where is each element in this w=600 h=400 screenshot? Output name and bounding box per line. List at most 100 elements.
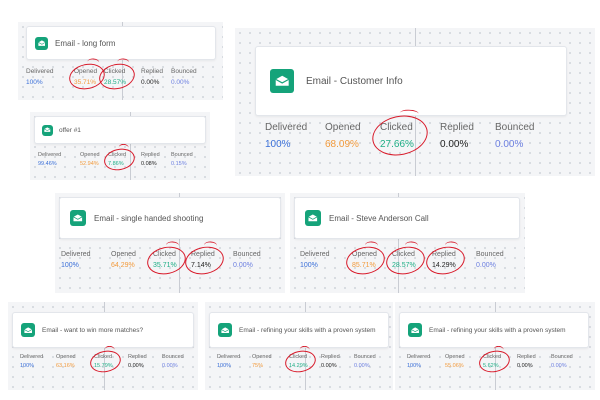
envelope-icon xyxy=(408,323,422,337)
email-node-card[interactable]: Email - Customer Info xyxy=(255,46,567,116)
stat-label: Replied xyxy=(517,354,536,360)
stat-value: 0.00% xyxy=(495,138,524,150)
stat-label: Replied xyxy=(191,251,215,258)
stat-clicked: Clicked 27.66% xyxy=(380,122,414,150)
stat-clicked: Clicked 35.71% xyxy=(153,251,177,269)
stat-value: 85.71% xyxy=(352,261,376,269)
stat-label: Delivered xyxy=(61,251,91,258)
email-node-card[interactable]: offer #1 xyxy=(34,116,206,144)
email-node-card[interactable]: Email - single handed shooting xyxy=(59,197,281,239)
stat-label: Replied xyxy=(128,354,147,360)
stat-label: Opened xyxy=(56,354,76,360)
envelope-icon xyxy=(70,210,86,226)
stat-value: 15.79% xyxy=(94,363,113,370)
stat-opened: Opened 52.94% xyxy=(80,152,100,167)
stat-clicked: Clicked 5.62% xyxy=(483,354,501,369)
stat-label: Bounced xyxy=(551,354,573,360)
stat-label: Clicked xyxy=(108,152,127,158)
stat-value: 35.71% xyxy=(153,261,177,269)
stat-replied: Replied 0.08% xyxy=(141,152,160,167)
stat-label: Clicked xyxy=(153,251,176,258)
stat-value: 99.46% xyxy=(38,161,57,168)
stat-delivered: Delivered 99.46% xyxy=(38,152,61,167)
stat-replied: Replied 7.14% xyxy=(191,251,215,269)
stat-label: Opened xyxy=(111,251,136,258)
stat-opened: Opened 63.16% xyxy=(56,354,76,369)
envelope-icon-shape xyxy=(411,327,419,333)
email-node-card[interactable]: Email - want to win more matches? xyxy=(12,312,194,348)
stat-label: Opened xyxy=(325,122,361,133)
stat-bounced: Bounced 0.00% xyxy=(551,354,573,369)
stat-delivered: Delivered 100% xyxy=(217,354,240,369)
email-title: Email - long form xyxy=(55,38,116,48)
stat-replied: Replied 0.00% xyxy=(128,354,147,369)
stat-label: Bounced xyxy=(171,68,197,75)
stat-label: Replied xyxy=(141,68,164,75)
stat-replied: Replied 0.00% xyxy=(141,68,163,86)
stat-replied: Replied 0.00% xyxy=(440,122,474,150)
email-node-card[interactable]: Email - Steve Anderson Call xyxy=(294,197,520,239)
stat-value: 0.00% xyxy=(551,363,567,370)
envelope-icon xyxy=(21,323,35,337)
campaign-panel: Email - Steve Anderson Call Delivered 100… xyxy=(290,193,525,293)
stat-label: Clicked xyxy=(289,354,308,360)
stat-label: Clicked xyxy=(380,122,413,133)
stat-label: Bounced xyxy=(162,354,184,360)
stat-label: Opened xyxy=(445,354,465,360)
email-node-card[interactable]: Email - long form xyxy=(26,26,216,60)
envelope-icon-shape xyxy=(221,327,229,333)
stat-clicked: Clicked 14.29% xyxy=(289,354,308,369)
stat-clicked: Clicked 28.57% xyxy=(392,251,416,269)
envelope-icon-shape xyxy=(44,127,51,133)
stat-label: Replied xyxy=(440,122,474,133)
stat-label: Bounced xyxy=(495,122,535,133)
stat-delivered: Delivered 100% xyxy=(26,68,53,86)
stat-replied: Replied 14.29% xyxy=(432,251,456,269)
stat-label: Delivered xyxy=(300,251,330,258)
stat-label: Opened xyxy=(74,68,98,75)
envelope-icon-shape xyxy=(308,214,318,222)
stat-clicked: Clicked 7.86% xyxy=(108,152,126,167)
stat-label: Bounced xyxy=(233,251,261,258)
stat-value: 0.00% xyxy=(476,261,496,269)
campaign-panel: offer #1 Delivered 99.46% Opened 52.94% Cli… xyxy=(30,112,210,180)
stat-bounced: Bounced 0.00% xyxy=(495,122,534,150)
stat-delivered: Delivered 100% xyxy=(20,354,43,369)
stat-label: Delivered xyxy=(407,354,431,360)
stat-replied: Replied 0.00% xyxy=(321,354,340,369)
stat-label: Bounced xyxy=(354,354,376,360)
campaign-panel: Email - long form Delivered 100% Opened 35… xyxy=(18,22,223,100)
stat-clicked: Clicked 15.79% xyxy=(94,354,113,369)
stat-bounced: Bounced 0.00% xyxy=(354,354,376,369)
stat-opened: Opened 55.06% xyxy=(445,354,465,369)
campaign-panel: Email - refining your skills with a prov… xyxy=(395,302,595,390)
stat-value: 55.06% xyxy=(445,363,464,370)
stat-label: Clicked xyxy=(483,354,502,360)
stat-value: 0.00% xyxy=(128,363,144,370)
email-title: Email - single handed shooting xyxy=(94,213,204,223)
stat-replied: Replied 0.00% xyxy=(517,354,536,369)
stat-delivered: Delivered 100% xyxy=(407,354,430,369)
stat-label: Delivered xyxy=(20,354,44,360)
stat-opened: Opened 64.29% xyxy=(111,251,136,269)
stat-value: 28.57% xyxy=(104,78,127,86)
stat-opened: Opened 35.71% xyxy=(74,68,97,86)
stat-label: Delivered xyxy=(265,122,308,133)
stat-label: Opened xyxy=(352,251,377,258)
email-title: Email - refining your skills with a prov… xyxy=(239,326,376,334)
stat-value: 28.57% xyxy=(392,261,416,269)
email-node-card[interactable]: Email - refining your skills with a prov… xyxy=(399,312,589,348)
stat-value: 100% xyxy=(61,261,79,269)
stat-value: 68.09% xyxy=(325,138,359,150)
stat-value: 0.00% xyxy=(162,363,178,370)
stat-value: 7.86% xyxy=(108,161,124,168)
envelope-icon-shape xyxy=(275,75,289,87)
stat-label: Replied xyxy=(141,152,160,158)
stat-value: 52.94% xyxy=(80,161,99,168)
stat-label: Replied xyxy=(432,251,456,258)
stat-value: 5.62% xyxy=(483,363,499,370)
email-title: Email - Steve Anderson Call xyxy=(329,213,429,223)
email-title: Email - want to win more matches? xyxy=(42,326,144,334)
email-node-card[interactable]: Email - refining your skills with a prov… xyxy=(209,312,389,348)
stat-label: Bounced xyxy=(476,251,504,258)
